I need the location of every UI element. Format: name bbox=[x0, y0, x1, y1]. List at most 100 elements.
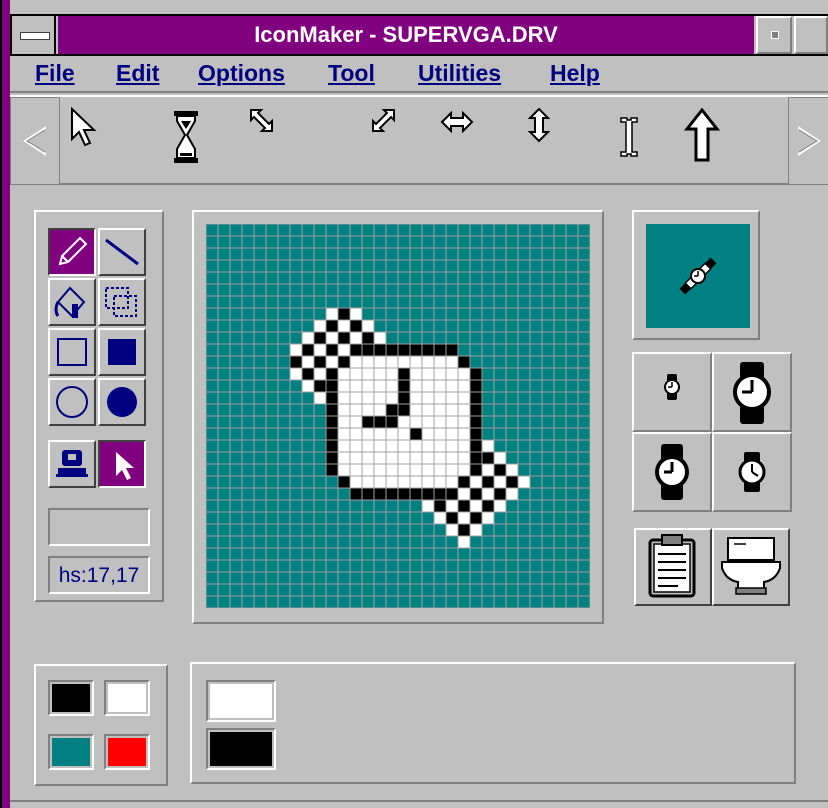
pixel-cell[interactable] bbox=[410, 476, 422, 488]
pixel-cell[interactable] bbox=[386, 392, 398, 404]
pixel-cell[interactable] bbox=[446, 440, 458, 452]
pixel-cell[interactable] bbox=[338, 380, 350, 392]
pixel-cell[interactable] bbox=[350, 344, 362, 356]
arrow-cursor-icon[interactable] bbox=[68, 107, 102, 147]
pixel-cell[interactable] bbox=[290, 344, 302, 356]
pixel-cell[interactable] bbox=[470, 476, 482, 488]
pixel-cell[interactable] bbox=[494, 488, 506, 500]
ellipse-outline-tool-button[interactable] bbox=[48, 378, 96, 426]
pixel-cell[interactable] bbox=[314, 344, 326, 356]
pixel-cell[interactable] bbox=[290, 356, 302, 368]
pixel-cell[interactable] bbox=[458, 428, 470, 440]
pixel-cell[interactable] bbox=[302, 332, 314, 344]
pixel-cell[interactable] bbox=[290, 368, 302, 380]
pixel-cell[interactable] bbox=[374, 380, 386, 392]
menu-tool[interactable]: Tool bbox=[328, 60, 375, 87]
pixel-cell[interactable] bbox=[458, 368, 470, 380]
pixel-cell[interactable] bbox=[386, 380, 398, 392]
pixel-cell[interactable] bbox=[314, 392, 326, 404]
pixel-cell[interactable] bbox=[470, 380, 482, 392]
pixel-cell[interactable] bbox=[338, 392, 350, 404]
pixel-cell[interactable] bbox=[362, 380, 374, 392]
system-menu-button[interactable] bbox=[12, 16, 56, 54]
pixel-cell[interactable] bbox=[410, 368, 422, 380]
color-swatch-black[interactable] bbox=[48, 680, 94, 716]
pixel-cell[interactable] bbox=[458, 500, 470, 512]
pixel-cell[interactable] bbox=[470, 488, 482, 500]
pixel-cell[interactable] bbox=[410, 392, 422, 404]
pixel-cell[interactable] bbox=[398, 488, 410, 500]
pixel-cell[interactable] bbox=[458, 488, 470, 500]
trash-button[interactable] bbox=[712, 528, 790, 606]
pixel-cell[interactable] bbox=[338, 476, 350, 488]
pixel-grid[interactable] bbox=[205, 223, 591, 609]
pixel-cell[interactable] bbox=[374, 416, 386, 428]
pixel-cell[interactable] bbox=[494, 464, 506, 476]
pixel-cell[interactable] bbox=[446, 500, 458, 512]
pixel-cell[interactable] bbox=[326, 464, 338, 476]
select-tool-button[interactable] bbox=[98, 278, 146, 326]
pixel-cell[interactable] bbox=[386, 476, 398, 488]
pencil-tool-button[interactable] bbox=[48, 228, 96, 276]
pixel-cell[interactable] bbox=[398, 452, 410, 464]
pixel-cell[interactable] bbox=[362, 464, 374, 476]
pixel-cell[interactable] bbox=[374, 344, 386, 356]
pixel-cell[interactable] bbox=[458, 464, 470, 476]
pixel-cell[interactable] bbox=[410, 356, 422, 368]
pixel-cell[interactable] bbox=[362, 320, 374, 332]
up-arrow-cursor-icon[interactable] bbox=[684, 107, 720, 163]
pixel-cell[interactable] bbox=[434, 476, 446, 488]
pixel-cell[interactable] bbox=[326, 416, 338, 428]
pixel-cell[interactable] bbox=[326, 392, 338, 404]
pixel-cell[interactable] bbox=[410, 416, 422, 428]
menu-help[interactable]: Help bbox=[550, 60, 600, 87]
pixel-cell[interactable] bbox=[446, 476, 458, 488]
pixel-cell[interactable] bbox=[434, 368, 446, 380]
pixel-cell[interactable] bbox=[326, 332, 338, 344]
pixel-cell[interactable] bbox=[446, 524, 458, 536]
pixel-cell[interactable] bbox=[482, 452, 494, 464]
pixel-cell[interactable] bbox=[422, 368, 434, 380]
rect-outline-tool-button[interactable] bbox=[48, 328, 96, 376]
pixel-cell[interactable] bbox=[470, 428, 482, 440]
pixel-cell[interactable] bbox=[362, 416, 374, 428]
maximize-button[interactable] bbox=[794, 16, 828, 54]
pixel-cell[interactable] bbox=[374, 440, 386, 452]
pixel-cell[interactable] bbox=[302, 356, 314, 368]
pixel-cell[interactable] bbox=[326, 452, 338, 464]
pixel-cell[interactable] bbox=[458, 404, 470, 416]
pixel-cell[interactable] bbox=[494, 500, 506, 512]
pixel-cell[interactable] bbox=[326, 380, 338, 392]
scroll-left-button[interactable] bbox=[10, 97, 60, 185]
pixel-cell[interactable] bbox=[386, 428, 398, 440]
pixel-cell[interactable] bbox=[350, 308, 362, 320]
scroll-right-button[interactable] bbox=[788, 97, 828, 185]
pixel-cell[interactable] bbox=[374, 404, 386, 416]
pixel-cell[interactable] bbox=[362, 344, 374, 356]
pixel-cell[interactable] bbox=[314, 368, 326, 380]
pixel-cell[interactable] bbox=[362, 440, 374, 452]
pixel-cell[interactable] bbox=[446, 452, 458, 464]
rect-filled-tool-button[interactable] bbox=[98, 328, 146, 376]
pixel-cell[interactable] bbox=[362, 488, 374, 500]
pixel-cell[interactable] bbox=[410, 452, 422, 464]
pixel-cell[interactable] bbox=[410, 428, 422, 440]
pixel-cell[interactable] bbox=[434, 500, 446, 512]
pixel-cell[interactable] bbox=[350, 440, 362, 452]
line-tool-button[interactable] bbox=[98, 228, 146, 276]
menu-utilities[interactable]: Utilities bbox=[418, 60, 501, 87]
pixel-cell[interactable] bbox=[446, 404, 458, 416]
pixel-cell[interactable] bbox=[386, 488, 398, 500]
pixel-cell[interactable] bbox=[422, 440, 434, 452]
pixel-cell[interactable] bbox=[482, 512, 494, 524]
pixel-cell[interactable] bbox=[410, 488, 422, 500]
pixel-cell[interactable] bbox=[410, 404, 422, 416]
pixel-cell[interactable] bbox=[326, 440, 338, 452]
pixel-cell[interactable] bbox=[506, 464, 518, 476]
pixel-cell[interactable] bbox=[470, 500, 482, 512]
pixel-cell[interactable] bbox=[446, 488, 458, 500]
pixel-cell[interactable] bbox=[374, 356, 386, 368]
pixel-cell[interactable] bbox=[326, 428, 338, 440]
pixel-cell[interactable] bbox=[362, 332, 374, 344]
pixel-cell[interactable] bbox=[410, 380, 422, 392]
